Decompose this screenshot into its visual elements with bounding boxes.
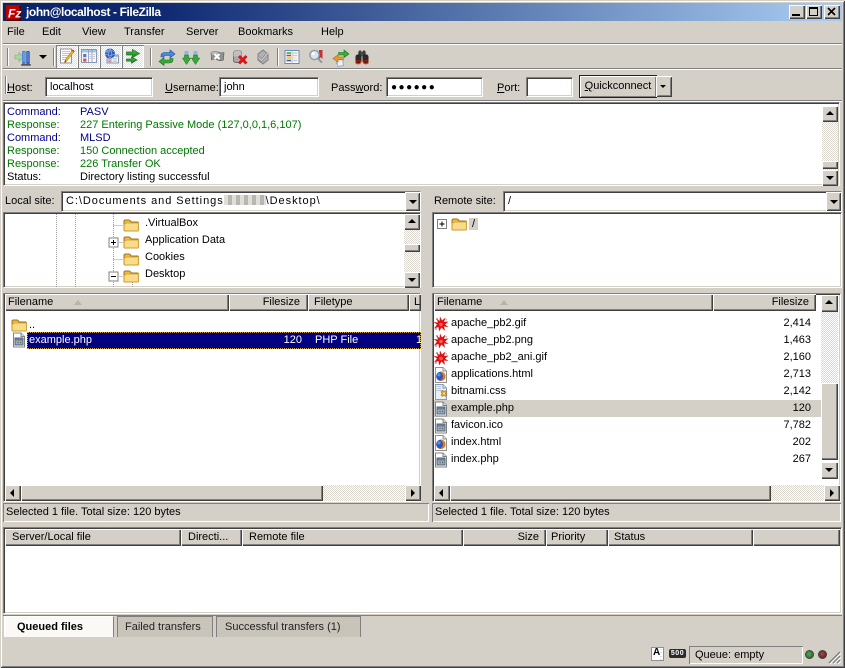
svg-text:Fz: Fz — [8, 7, 21, 21]
